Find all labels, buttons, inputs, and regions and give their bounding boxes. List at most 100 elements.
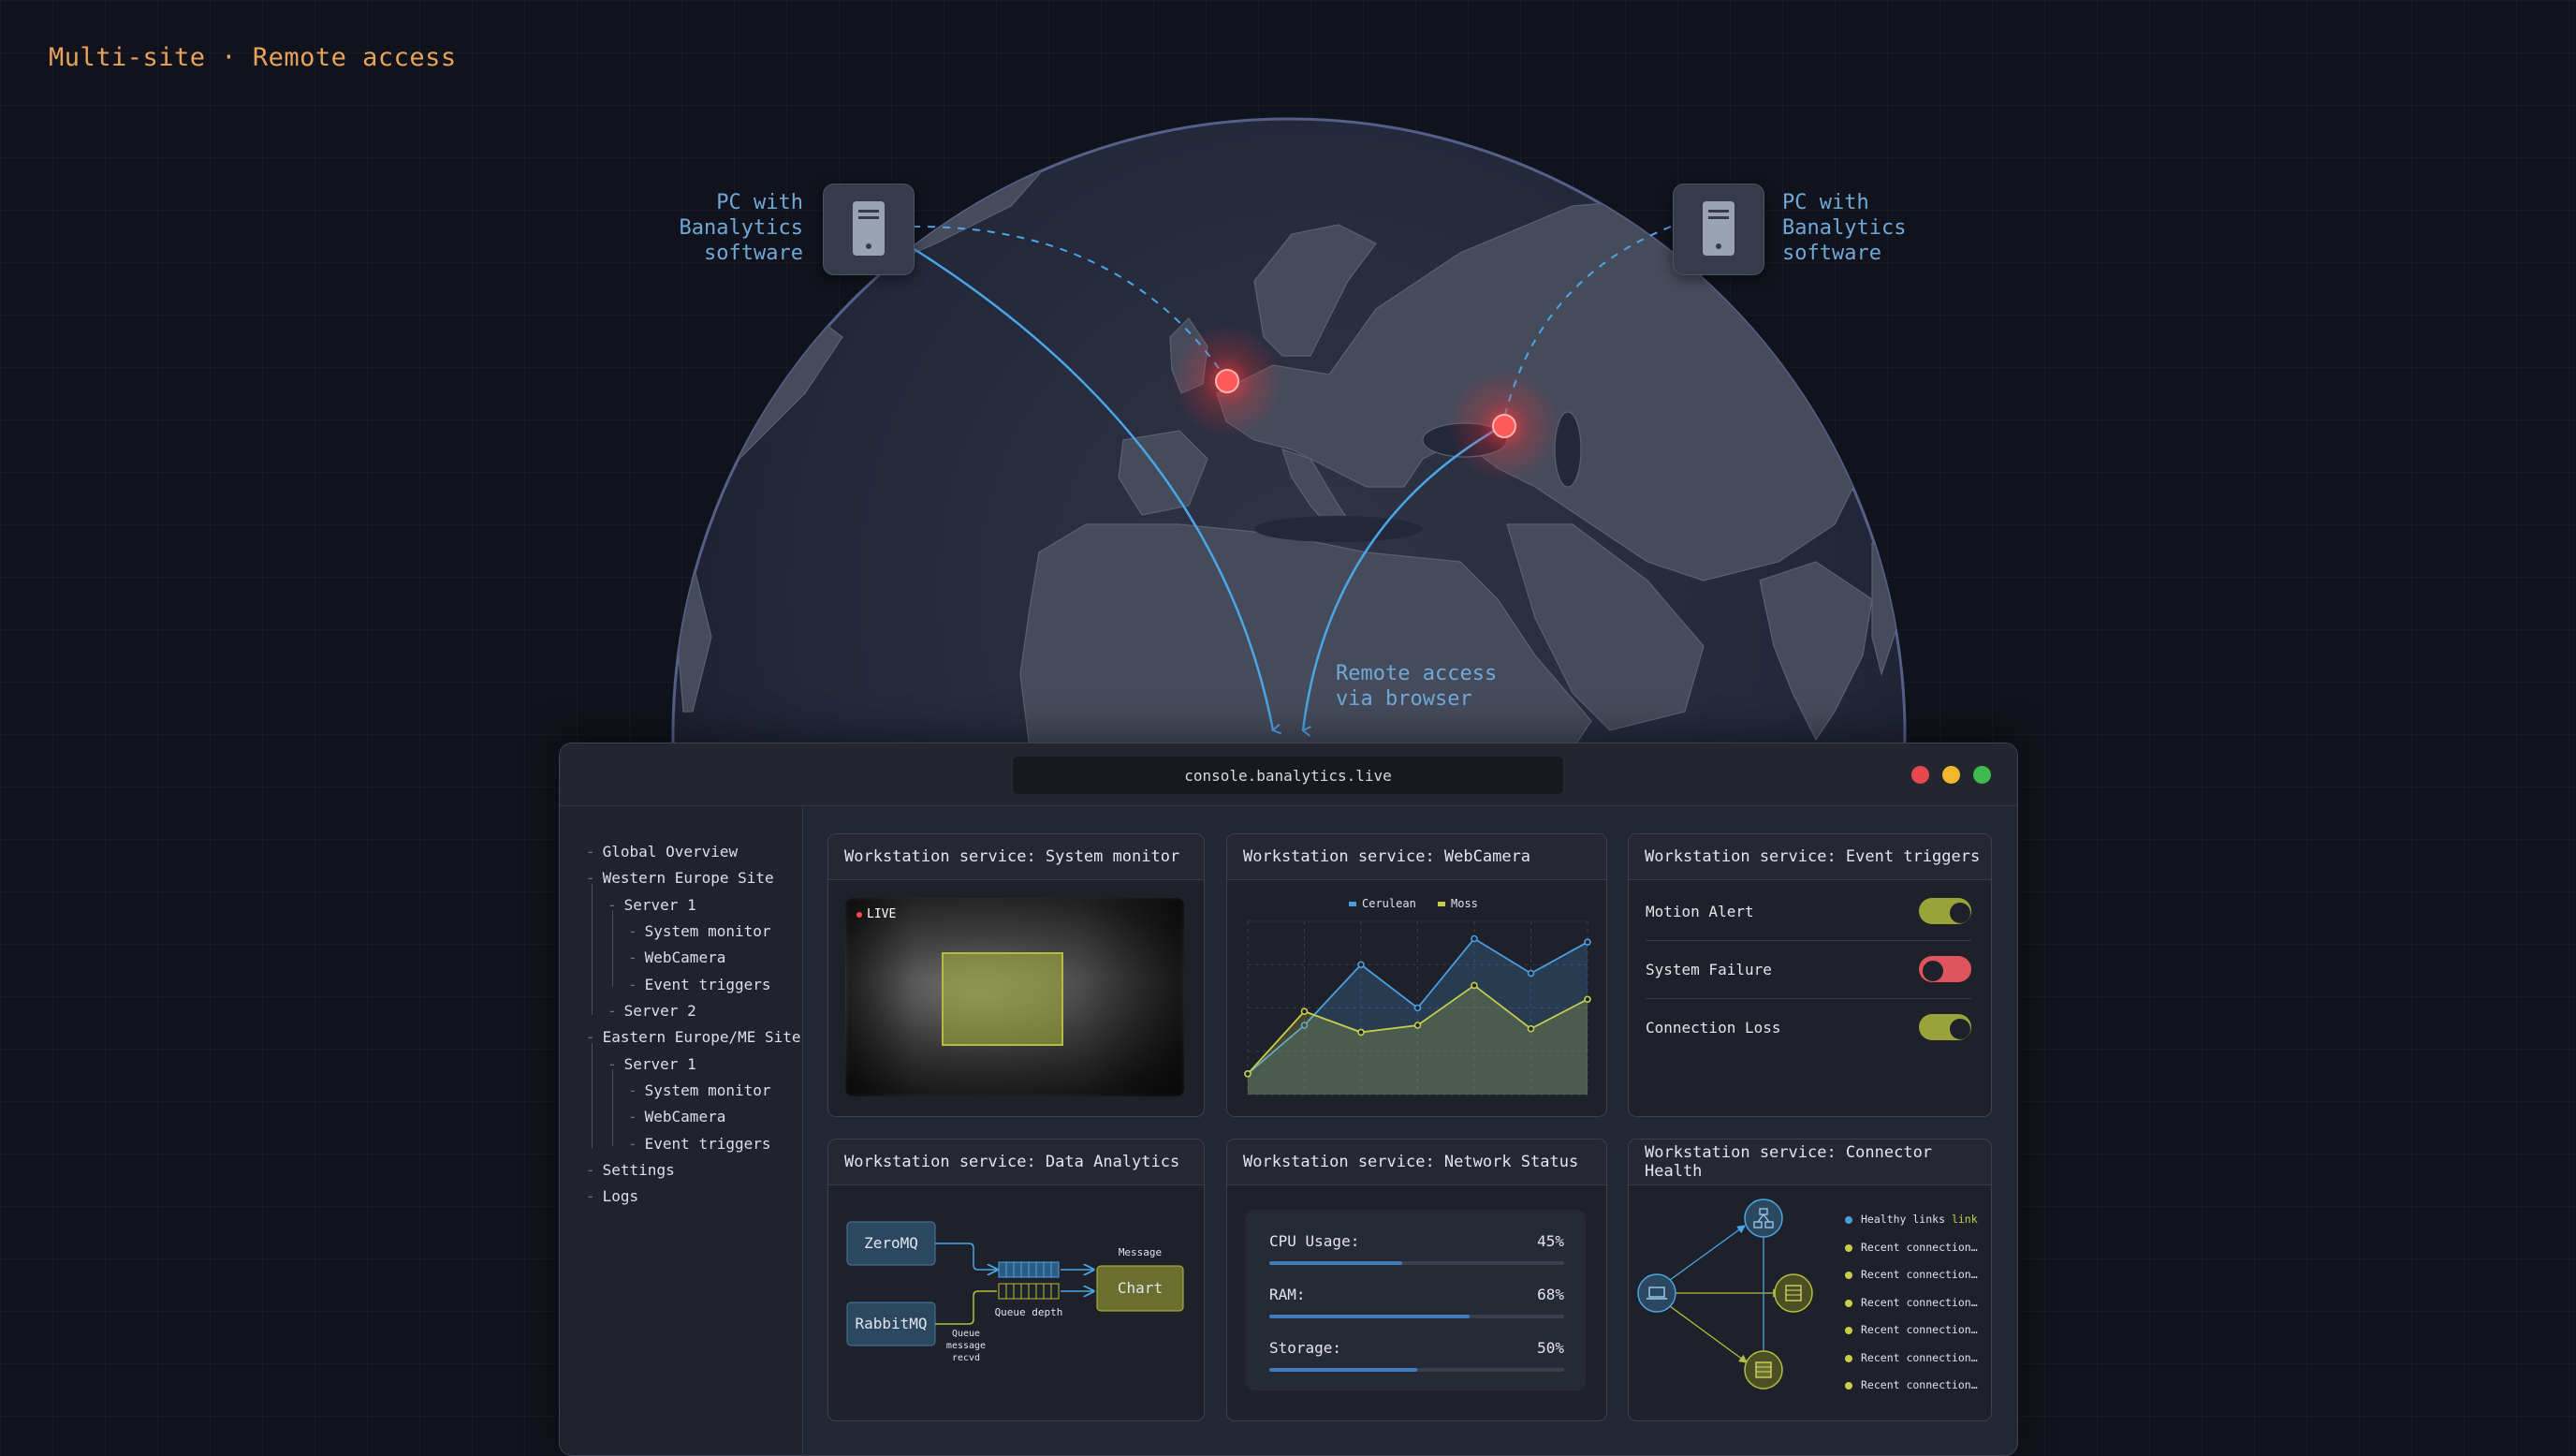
- browser-titlebar: console.banalytics.live: [560, 743, 2017, 806]
- sidebar-item-event-triggers[interactable]: - Event triggers: [628, 1135, 771, 1153]
- sidebar-item-eastern-europe-me-site[interactable]: - Eastern Europe/ME Site: [586, 1028, 801, 1046]
- card-title: Workstation service: Network Status: [1227, 1140, 1606, 1185]
- metric-value: 68%: [1537, 1286, 1564, 1303]
- card-data-analytics: Workstation service: Data Analytics Zero…: [827, 1139, 1205, 1421]
- point-moss: [1244, 1070, 1251, 1078]
- live-badge: LIVE: [856, 907, 896, 921]
- motion-detection-box: [942, 952, 1063, 1046]
- tree-guide: [612, 1069, 613, 1146]
- motion-alert-toggle[interactable]: [1919, 898, 1971, 924]
- trigger-label: Motion Alert: [1646, 902, 1754, 920]
- legend-dot-olive: [1845, 1243, 1852, 1252]
- database-node: [1774, 1273, 1813, 1313]
- pc-label-right: PC with Banalytics software: [1782, 191, 1907, 265]
- point-moss: [1471, 981, 1478, 990]
- sidebar-item-event-triggers[interactable]: - Event triggers: [628, 976, 771, 993]
- storage-progress-fill: [1269, 1368, 1417, 1372]
- ram-progress-fill: [1269, 1315, 1471, 1318]
- sidebar-item-webcamera[interactable]: - WebCamera: [628, 949, 725, 966]
- card-title: Workstation service: Data Analytics: [828, 1140, 1204, 1185]
- sidebar-item-server-1[interactable]: - Server 1: [607, 1055, 696, 1073]
- legend-healthy-links: Healthy links link: [1845, 1213, 1978, 1226]
- card-title: Workstation service: WebCamera: [1227, 834, 1606, 880]
- queue-recv-label-1: Queue: [952, 1329, 980, 1339]
- mediterranean: [1254, 516, 1423, 542]
- cpu-progress-fill: [1269, 1261, 1402, 1265]
- computer-tower-icon: [853, 201, 885, 256]
- legend-label-cerulean: Cerulean: [1362, 897, 1416, 910]
- pc-box-left: [823, 184, 915, 275]
- legend-recent-connection: Recent connection…: [1845, 1296, 1978, 1309]
- tree-guide: [612, 910, 613, 987]
- point-moss: [1527, 1024, 1535, 1033]
- toggle-knob: [1950, 1019, 1970, 1039]
- sidebar-item-webcamera[interactable]: - WebCamera: [628, 1108, 725, 1125]
- connector-graph: [1637, 1199, 1813, 1390]
- sidebar-item-settings[interactable]: - Settings: [586, 1161, 675, 1179]
- tree-guide: [592, 884, 593, 1015]
- toggle-knob: [1950, 903, 1970, 923]
- data-flow-diagram: ZeroMQ RabbitMQ Chart Message Queue dept…: [846, 1221, 1184, 1363]
- sidebar-item-global-overview[interactable]: - Global Overview: [586, 843, 738, 860]
- computer-tower-icon: [1703, 201, 1734, 256]
- maximize-window-button[interactable]: [1973, 766, 1991, 784]
- network-metrics-panel: CPU Usage: 45% RAM: 68% Storage: 50%: [1246, 1210, 1586, 1390]
- legend-recent-connection: Recent connection…: [1845, 1268, 1978, 1281]
- progress-track: [1269, 1315, 1564, 1318]
- connection-loss-toggle[interactable]: [1919, 1014, 1971, 1040]
- card-system-monitor: Workstation service: System monitor LIVE: [827, 833, 1205, 1117]
- address-bar[interactable]: console.banalytics.live: [1013, 757, 1563, 794]
- legend-recent-connection: Recent connection…: [1845, 1378, 1978, 1391]
- sidebar-item-western-europe-site[interactable]: - Western Europe Site: [586, 869, 774, 887]
- system-failure-toggle[interactable]: [1919, 956, 1971, 982]
- trigger-row-system-failure: System Failure: [1646, 940, 1971, 999]
- chart-label: Chart: [1118, 1279, 1163, 1297]
- sidebar-tree: - Global Overview - Western Europe Site -S…: [560, 806, 803, 1455]
- metric-value: 50%: [1537, 1339, 1564, 1357]
- message-label: Message: [1119, 1246, 1162, 1258]
- sidebar-item-logs[interactable]: - Logs: [586, 1187, 638, 1205]
- cpu-usage-row: CPU Usage: 45%: [1269, 1232, 1564, 1265]
- card-title: Workstation service: Connector Health: [1629, 1140, 1991, 1185]
- point-cerulean: [1413, 1004, 1422, 1012]
- site-marker-west: [1215, 369, 1239, 393]
- legend-dot-olive: [1845, 1299, 1852, 1307]
- trigger-label: System Failure: [1646, 960, 1772, 978]
- point-cerulean: [1584, 938, 1591, 946]
- card-webcamera: Workstation service: WebCamera Cerulean M…: [1226, 833, 1607, 1117]
- network-hub-node: [1744, 1199, 1783, 1238]
- metric-label: CPU Usage:: [1269, 1232, 1360, 1250]
- remote-access-label: Remote access via browser: [1336, 662, 1498, 711]
- point-moss: [1357, 1028, 1365, 1037]
- sidebar-item-server-1[interactable]: - Server 1: [607, 896, 696, 914]
- toggle-knob: [1923, 961, 1943, 981]
- browser-window: console.banalytics.live - Global Overview…: [559, 743, 2018, 1456]
- sidebar-item-system-monitor[interactable]: - System monitor: [628, 1081, 771, 1099]
- legend-recent-connection: Recent connection…: [1845, 1351, 1978, 1364]
- card-title: Workstation service: Event triggers: [1629, 834, 1991, 880]
- webcamera-line-chart: Cerulean Moss: [1244, 897, 1591, 1096]
- sidebar-item-system-monitor[interactable]: - System monitor: [628, 922, 771, 940]
- point-moss: [1413, 1022, 1422, 1029]
- metric-label: RAM:: [1269, 1286, 1306, 1303]
- legend-dot-olive: [1845, 1271, 1852, 1279]
- minimize-window-button[interactable]: [1942, 766, 1960, 784]
- storage-row: Storage: 50%: [1269, 1339, 1564, 1372]
- sidebar-item-server-2[interactable]: - Server 2: [607, 1002, 696, 1020]
- camera-feed[interactable]: LIVE: [845, 898, 1184, 1096]
- site-marker-east: [1492, 414, 1516, 438]
- point-moss: [1584, 995, 1591, 1004]
- pc-label-left: PC with Banalytics software: [679, 191, 803, 265]
- legend-dot-blue: [1845, 1215, 1852, 1224]
- metric-label: Storage:: [1269, 1339, 1342, 1357]
- card-network-status: Workstation service: Network Status CPU …: [1226, 1139, 1607, 1421]
- card-connector-health: Workstation service: Connector Health He…: [1628, 1139, 1992, 1421]
- progress-track: [1269, 1368, 1564, 1372]
- legend-dot-olive: [1845, 1354, 1852, 1362]
- pc-box-right: [1673, 184, 1764, 275]
- live-dot-icon: [856, 911, 862, 918]
- queue-recv-label-3: recvd: [952, 1353, 980, 1363]
- laptop-node: [1637, 1273, 1676, 1313]
- metric-value: 45%: [1537, 1232, 1564, 1250]
- close-window-button[interactable]: [1911, 766, 1929, 784]
